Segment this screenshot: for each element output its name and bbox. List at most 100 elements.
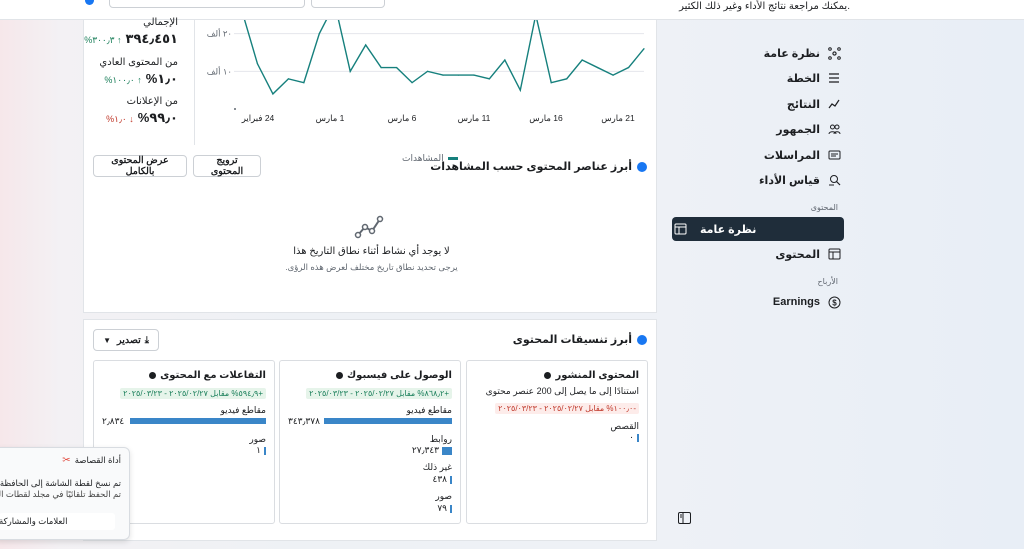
card-note: استنادًا إلى ما يصل إلى 200 عنصر محتوى (485, 386, 639, 396)
y-tick-label: ١٠ ألف (207, 64, 232, 76)
sidebar-item-label: النتائج (786, 98, 820, 111)
section-title-text: أبرز عناصر المحتوى حسب المشاهدات (430, 161, 632, 173)
promote-content-button[interactable]: ترويج المحتوى (193, 155, 261, 177)
series-line-views (243, 20, 645, 96)
chart-divider (194, 20, 195, 145)
snipping-tool-notification[interactable]: أداة القصاصة ✂ تم نسخ لقطة الشاشة إلى ال… (0, 447, 130, 540)
data-point (426, 70, 429, 72)
section-title-text: أبرز تنسيقات المحتوى (512, 334, 632, 346)
info-icon[interactable] (544, 372, 552, 379)
bar-label: مقاطع فيديو (406, 405, 452, 415)
row-value: ٧٩ (437, 503, 452, 514)
data-point (318, 33, 320, 35)
row-label: القصص (610, 421, 639, 431)
kpi-title: من المحتوى العادي (99, 57, 178, 68)
data-point (457, 74, 460, 76)
sidebar-item-benchmark[interactable]: قياس الأداء (672, 168, 842, 192)
kpi-total: الإجمالي ٣٩٤٫٤٥١ ↑ ٣٠٠٫٣% (84, 17, 178, 47)
card-title: التفاعلات مع المحتوى (149, 370, 266, 381)
sidebar-item-label: المراسلات (763, 149, 820, 162)
date-range-picker[interactable] (109, 0, 305, 8)
row-label: صور (249, 434, 266, 444)
bar-videos (324, 418, 452, 424)
chart-empty-icon (354, 215, 384, 244)
content-overview-icon (672, 221, 688, 237)
page-description: يمكنك مراجعة نتائج الأداء وغير ذلك الكثي… (679, 1, 850, 12)
origin-dot (234, 108, 236, 110)
content-formats-panel: أبرز تنسيقات المحتوى ⤓ تصدير ▼ المحتوى ا… (83, 319, 657, 541)
view-all-content-button[interactable]: عرض المحتوى بالكامل (93, 155, 187, 177)
sidebar-item-audience[interactable]: الجمهور (672, 117, 842, 141)
data-point (488, 78, 490, 80)
change-badge: +٨٦٨٫٢% مقابل ٢٠٢٥/٠٢/٢٧ - ٢٠٢٥/٠٣/٢٣ (306, 388, 452, 399)
dollar-icon: $ (826, 294, 842, 310)
snip-title: أداة القصاصة ✂ (62, 455, 121, 466)
card-reach: الوصول على فيسبوك +٨٦٨٫٢% مقابل ٢٠٢٥/٠٢/… (279, 360, 461, 524)
export-button[interactable]: ⤓ تصدير ▼ (93, 329, 159, 351)
kpi-change-up: ↑ ١٠٠٫٠% (104, 75, 142, 85)
export-icon: ⤓ (144, 334, 149, 346)
data-point (272, 93, 274, 95)
snip-saved-message: تم الحفظ تلقائيًا في مجلد لقطات الشاشة (0, 489, 121, 499)
card-title: الوصول على فيسبوك (336, 370, 452, 381)
sidebar-item-plan[interactable]: الخطة (672, 66, 842, 90)
x-tick-label: 11 مارس (458, 113, 491, 124)
x-tick-label: 6 مارس (388, 113, 417, 124)
sidebar-item-label: قياس الأداء (758, 174, 820, 187)
export-label: تصدير (116, 334, 141, 346)
change-badge: +٥٩٤٫٩% مقابل ٢٠٢٥/٠٢/٢٧ - ٢٠٢٥/٠٣/٢٣ (120, 388, 266, 399)
data-point (550, 82, 552, 84)
bar-videos (130, 418, 266, 424)
kpi-value: ٣٩٤٫٤٥١ (125, 31, 178, 46)
data-point (380, 66, 382, 69)
data-point (643, 48, 645, 50)
section-label-monetization: الأرباح (817, 277, 838, 286)
data-point (581, 59, 583, 61)
row-label: روابط (429, 434, 452, 444)
sidebar-item-overview[interactable]: نظرة عامة (672, 41, 842, 65)
content-formats-title: أبرز تنسيقات المحتوى (513, 333, 647, 346)
sidebar: نظرة عامة الخطة النتائج الجمهور المراسلا… (668, 20, 1024, 549)
views-panel: الإجمالي ٣٩٤٫٤٥١ ↑ ٣٠٠٫٣% من المحتوى الع… (83, 17, 657, 313)
collapse-sidebar-icon[interactable] (678, 512, 692, 524)
sidebar-item-content-overview[interactable]: نظرة عامة (672, 217, 844, 241)
account-selector[interactable] (311, 0, 385, 8)
content-icon (826, 246, 842, 262)
audience-icon (826, 121, 842, 137)
row-label: صور (435, 491, 452, 501)
data-point (612, 74, 614, 76)
sidebar-item-messages[interactable]: المراسلات (672, 143, 842, 167)
row-value: ٢٧٫٣٤٣ (412, 445, 452, 456)
kpi-ads: من الإعلانات ٩٩٫٠% ↓ ١٫٠% (106, 96, 178, 126)
results-icon (826, 96, 842, 112)
sidebar-item-results[interactable]: النتائج (672, 92, 842, 116)
empty-state-title: لا يوجد أي نشاط أثناء نطاق التاريخ هذا (293, 246, 450, 257)
sidebar-item-label: نظرة عامة (700, 223, 757, 236)
kpi-title: الإجمالي (143, 17, 178, 28)
data-point (256, 63, 259, 65)
data-point (287, 78, 289, 80)
empty-state-subtitle: يرجى تحديد نطاق تاريخ مختلف لعرض هذه الر… (285, 262, 458, 272)
row-value: ١ (256, 445, 266, 456)
y-tick-label: ٢٠ ألف (207, 27, 232, 39)
sidebar-item-earnings[interactable]: $ Earnings (672, 290, 842, 314)
top-content-title: أبرز عناصر المحتوى حسب المشاهدات (430, 160, 647, 173)
info-icon[interactable] (336, 372, 344, 379)
data-point (566, 78, 568, 80)
svg-text:$: $ (832, 298, 837, 307)
markup-share-button[interactable]: العلامات والمشاركة (0, 513, 115, 530)
facebook-icon (85, 0, 94, 5)
info-icon[interactable] (149, 372, 157, 379)
sidebar-item-label: المحتوى (775, 248, 820, 261)
x-tick-label: 1 مارس (316, 113, 345, 124)
sidebar-item-label: Earnings (772, 296, 820, 308)
change-badge: -١٠٠٫٠% مقابل ٢٠٢٥/٠٢/٢٧ - ٢٠٢٥/٠٣/٢٣ (495, 403, 639, 414)
x-tick-label: 24 فبراير (241, 113, 275, 124)
messages-icon (826, 147, 842, 163)
data-point (303, 82, 305, 84)
sidebar-item-content[interactable]: المحتوى (672, 242, 842, 266)
bar-label: مقاطع فيديو (220, 405, 266, 415)
sidebar-item-label: الجمهور (776, 123, 820, 136)
facebook-icon (637, 161, 647, 172)
snipping-tool-icon: ✂ (62, 455, 71, 466)
